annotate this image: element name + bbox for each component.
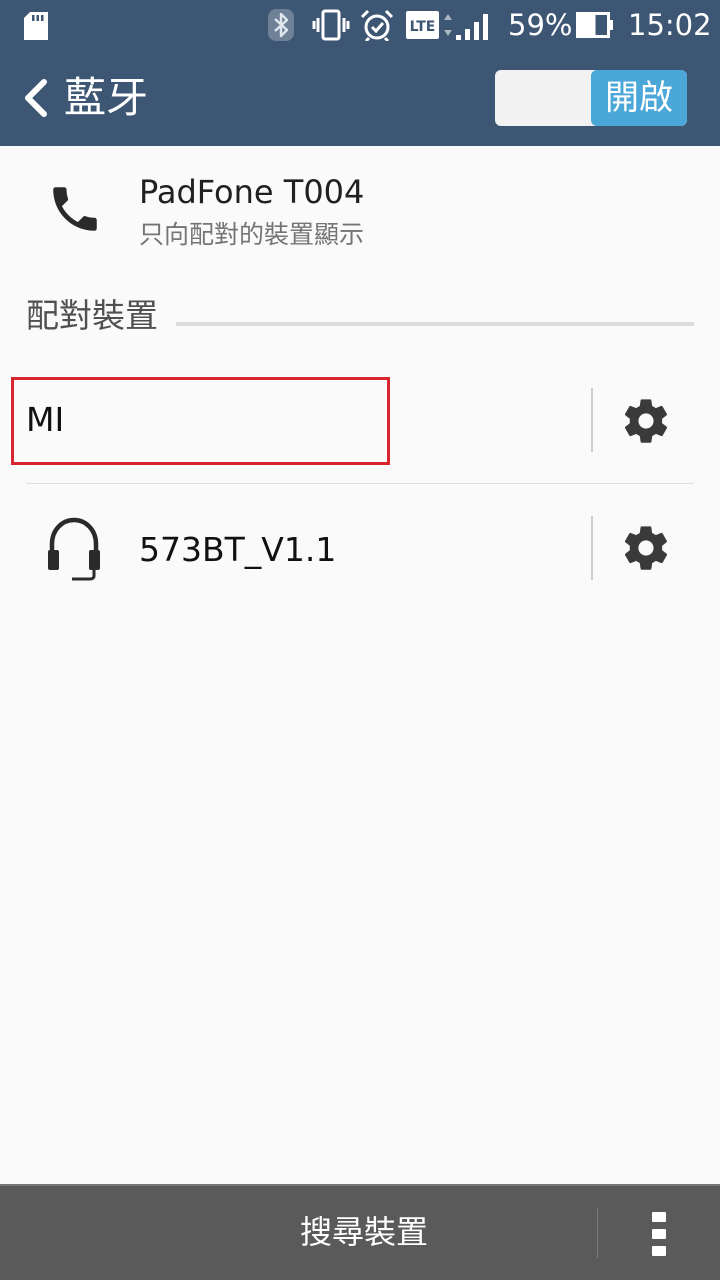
paired-device-row-573bt[interactable]: 573BT_V1.1	[0, 486, 720, 610]
signal-icon	[456, 14, 488, 40]
battery-percent: 59%	[508, 8, 573, 42]
section-divider	[176, 322, 694, 326]
lte-icon: LTE	[406, 11, 452, 39]
this-device-row: PadFone T004 只向配對的裝置顯示	[0, 146, 720, 276]
device-name: PadFone T004	[139, 173, 365, 211]
headset-icon	[48, 517, 100, 581]
page-title: 藍牙	[64, 73, 149, 122]
app-bar: 藍牙 開啟	[0, 50, 720, 146]
status-bar: LTE 59% 15:02	[0, 0, 720, 50]
gear-icon[interactable]	[620, 395, 672, 447]
more-vert-icon[interactable]	[652, 1210, 666, 1258]
paired-device-name: MI	[26, 400, 65, 439]
scan-devices-button[interactable]: 搜尋裝置	[300, 1212, 428, 1252]
list-divider	[26, 483, 694, 484]
alarm-icon	[360, 9, 394, 41]
bottom-action-bar: 搜尋裝置	[0, 1184, 720, 1280]
sd-card-icon	[24, 12, 48, 40]
lte-text: LTE	[410, 19, 436, 35]
paired-device-row-mi[interactable]: MI	[0, 360, 720, 484]
clock: 15:02	[628, 8, 712, 42]
device-visibility: 只向配對的裝置顯示	[139, 220, 365, 249]
back-icon[interactable]	[22, 78, 50, 118]
paired-devices-header: 配對裝置	[26, 296, 158, 335]
paired-device-name: 573BT_V1.1	[139, 530, 337, 569]
row-divider	[591, 516, 593, 580]
row-divider	[591, 388, 593, 452]
bluetooth-icon	[268, 9, 294, 41]
phone-icon	[53, 187, 97, 231]
highlight-box	[11, 377, 390, 465]
toggle-label: 開啟	[591, 70, 687, 126]
bar-divider	[597, 1208, 598, 1258]
vibrate-icon	[312, 9, 350, 41]
gear-icon[interactable]	[620, 522, 672, 574]
bluetooth-toggle[interactable]: 開啟	[495, 70, 687, 126]
battery-icon	[576, 12, 613, 38]
